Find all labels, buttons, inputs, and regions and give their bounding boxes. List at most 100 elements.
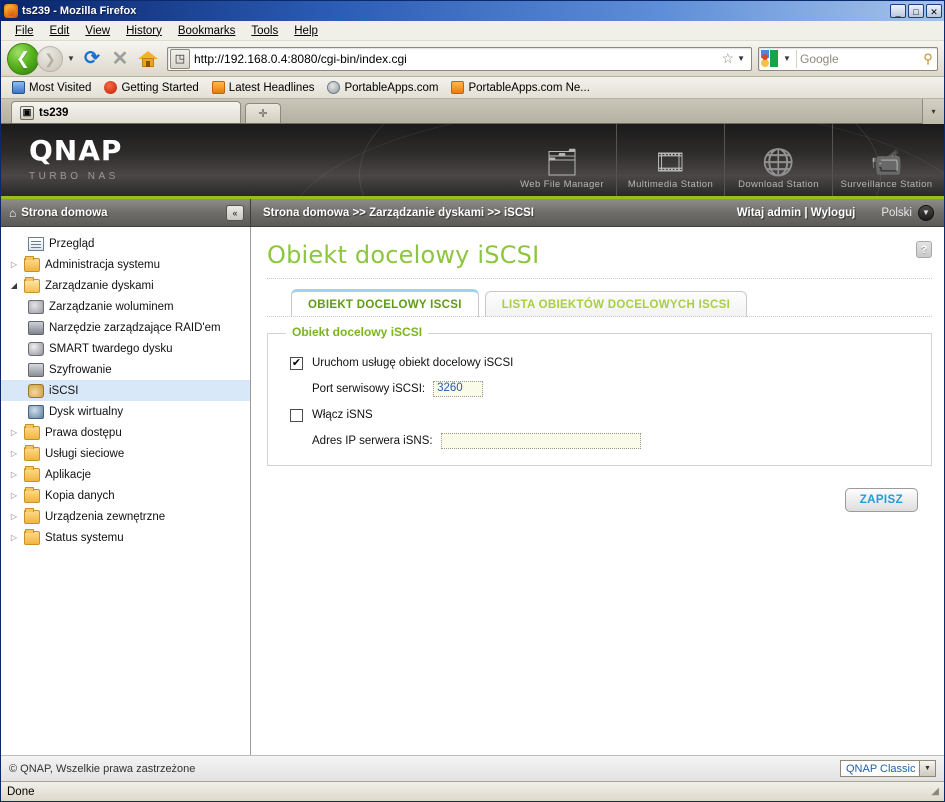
forward-button[interactable]: ❯ [37,45,63,72]
menu-history[interactable]: History [118,23,170,39]
search-input[interactable]: Google [800,52,919,66]
iscsi-port-row: Port serwisowy iSCSI: 3260 [290,378,911,400]
menu-history-label: History [126,24,162,37]
bookmark-portableapps-news[interactable]: PortableApps.com Ne... [446,80,594,95]
main-content: Obiekt docelowy iSCSI ? OBIEKT DOCELOWY … [251,227,944,755]
menu-view-label: View [85,24,111,37]
menu-bar: File Edit View History Bookmarks Tools H… [1,21,944,41]
menu-file-label: File [15,24,34,37]
twisty-closed-icon[interactable]: ▷ [9,470,19,479]
page-title: Obiekt docelowy iSCSI [267,241,540,269]
welcome-logout[interactable]: Witaj admin | Wyloguj [737,207,856,219]
menu-view[interactable]: View [77,23,118,39]
app-label: Multimedia Station [627,179,714,190]
minimize-button[interactable]: _ [890,4,906,18]
menu-tools[interactable]: Tools [243,23,286,39]
twisty-closed-icon[interactable]: ▷ [9,428,19,437]
iscsi-settings-panel: Obiekt docelowy iSCSI ✔ Uruchom usługę o… [267,325,932,466]
sidebar-item-zarzadzanie-dyskami[interactable]: ◢ Zarządzanie dyskami [1,275,250,296]
sidebar-item-label: Urządzenia zewnętrzne [45,510,166,523]
sidebar-item-uslugi-sieciowe[interactable]: ▷ Usługi sieciowe [1,443,250,464]
site-identity-icon[interactable]: ◳ [170,48,190,69]
google-icon[interactable] [761,49,779,68]
sidebar-item-dysk-wirtualny[interactable]: Dysk wirtualny [1,401,250,422]
tab-obiekt-docelowy-iscsi[interactable]: OBIEKT DOCELOWY ISCSI [291,289,479,317]
twisty-closed-icon[interactable]: ▷ [9,512,19,521]
sidebar-item-iscsi[interactable]: iSCSI [1,380,250,401]
bookmark-star-icon[interactable]: ☆ [719,50,738,67]
sidebar-item-prawa-dostepu[interactable]: ▷ Prawa dostępu [1,422,250,443]
menu-help-label: Help [294,24,318,37]
isns-ip-input[interactable] [440,433,641,449]
star-page-icon [12,81,25,94]
enable-isns-checkbox[interactable] [290,408,303,422]
rss-icon [211,81,225,94]
bookmark-most-visited[interactable]: Most Visited [7,80,96,95]
bookmark-portableapps[interactable]: PortableApps.com [322,80,443,95]
search-engine-caret-icon[interactable]: ▼ [781,54,793,63]
url-bar[interactable]: ◳ http://192.168.0.4:8080/cgi-bin/index.… [167,46,752,71]
sidebar-item-aplikacje[interactable]: ▷ Aplikacje [1,464,250,485]
browser-tab-label: ts239 [39,106,69,119]
menu-edit[interactable]: Edit [42,23,78,39]
twisty-open-icon[interactable]: ◢ [9,281,19,290]
menu-help[interactable]: Help [286,23,326,39]
enable-iscsi-service-checkbox[interactable]: ✔ [290,356,303,370]
resize-grip-icon[interactable]: ◢ [931,786,939,797]
sidebar-item-urzadzenia-zewnetrzne[interactable]: ▷ Urządzenia zewnętrzne [1,506,250,527]
search-bar[interactable]: ▼ Google ⚲ [758,46,938,71]
back-arrow-icon: ❮ [15,49,31,68]
collapse-sidebar-button[interactable]: « [226,204,244,221]
tab-lista-obiektow-docelowych-iscsi[interactable]: LISTA OBIEKTÓW DOCELOWYCH ISCSI [484,291,748,317]
twisty-closed-icon[interactable]: ▷ [9,533,19,542]
tab-list-button[interactable]: ▾ [922,99,944,124]
home-icon [138,50,158,67]
camera-icon: 📹 [870,147,903,177]
stop-button[interactable]: ✕ [107,46,133,72]
folder-icon [24,465,40,482]
app-surveillance-station[interactable]: 📹 Surveillance Station [832,124,940,196]
bookmarks-toolbar: Most Visited Getting Started Latest Head… [1,77,944,99]
maximize-button[interactable]: □ [908,4,924,18]
sidebar-item-administracja-systemu[interactable]: ▷ Administracja systemu [1,254,250,275]
theme-select[interactable]: QNAP Classic ▼ [840,760,936,777]
menu-bookmarks[interactable]: Bookmarks [170,23,244,39]
twisty-closed-icon[interactable]: ▷ [9,491,19,500]
sidebar-item-przeglad[interactable]: Przegląd [1,233,250,254]
language-selector[interactable]: Polski ▼ [881,204,934,221]
bookmark-latest-headlines[interactable]: Latest Headlines [207,80,320,95]
home-button[interactable] [135,46,161,72]
sidebar-item-smart-twardego-dysku[interactable]: SMART twardego dysku [1,338,250,359]
bookmark-getting-started[interactable]: Getting Started [99,80,203,95]
help-icon[interactable]: ? [916,241,932,258]
twisty-closed-icon[interactable]: ▷ [9,260,19,269]
browser-tab-ts239[interactable]: ▣ ts239 [11,101,241,123]
reload-button[interactable]: ⟳ [79,46,105,72]
iscsi-icon [28,383,44,398]
app-download-station[interactable]: 🌐 Download Station [724,124,832,196]
back-button[interactable]: ❮ [7,42,39,75]
iscsi-port-input[interactable]: 3260 [433,381,484,397]
search-magnifier-icon[interactable]: ⚲ [919,51,937,67]
history-dropdown-caret-icon[interactable]: ▼ [65,54,77,63]
save-button[interactable]: ZAPISZ [844,488,918,512]
portableapps-icon [327,81,341,94]
url-dropdown-caret-icon[interactable]: ▼ [737,54,751,63]
download-icon: 🌐 [762,147,795,177]
rss-icon [451,81,465,94]
sidebar-item-status-systemu[interactable]: ▷ Status systemu [1,527,250,548]
menu-file[interactable]: File [7,23,42,39]
close-button[interactable]: ✕ [926,4,942,18]
url-input[interactable]: http://192.168.0.4:8080/cgi-bin/index.cg… [194,52,719,66]
sidebar-home-label[interactable]: Strona domowa [21,207,107,219]
stop-icon: ✕ [111,47,129,70]
sidebar-item-narzedzie-raid[interactable]: Narzędzie zarządzające RAID'em [1,317,250,338]
app-web-file-manager[interactable]: 🗂 Web File Manager [508,124,616,196]
sidebar-item-kopia-danych[interactable]: ▷ Kopia danych [1,485,250,506]
sidebar-item-zarzadzanie-woluminem[interactable]: Zarządzanie woluminem [1,296,250,317]
new-tab-button[interactable]: ✛ [245,103,281,123]
twisty-closed-icon[interactable]: ▷ [9,449,19,458]
sidebar-item-szyfrowanie[interactable]: Szyfrowanie [1,359,250,380]
qnap-footer: © QNAP, Wszelkie prawa zastrzeżone QNAP … [1,755,944,781]
app-multimedia-station[interactable]: 🎞 Multimedia Station [616,124,724,196]
